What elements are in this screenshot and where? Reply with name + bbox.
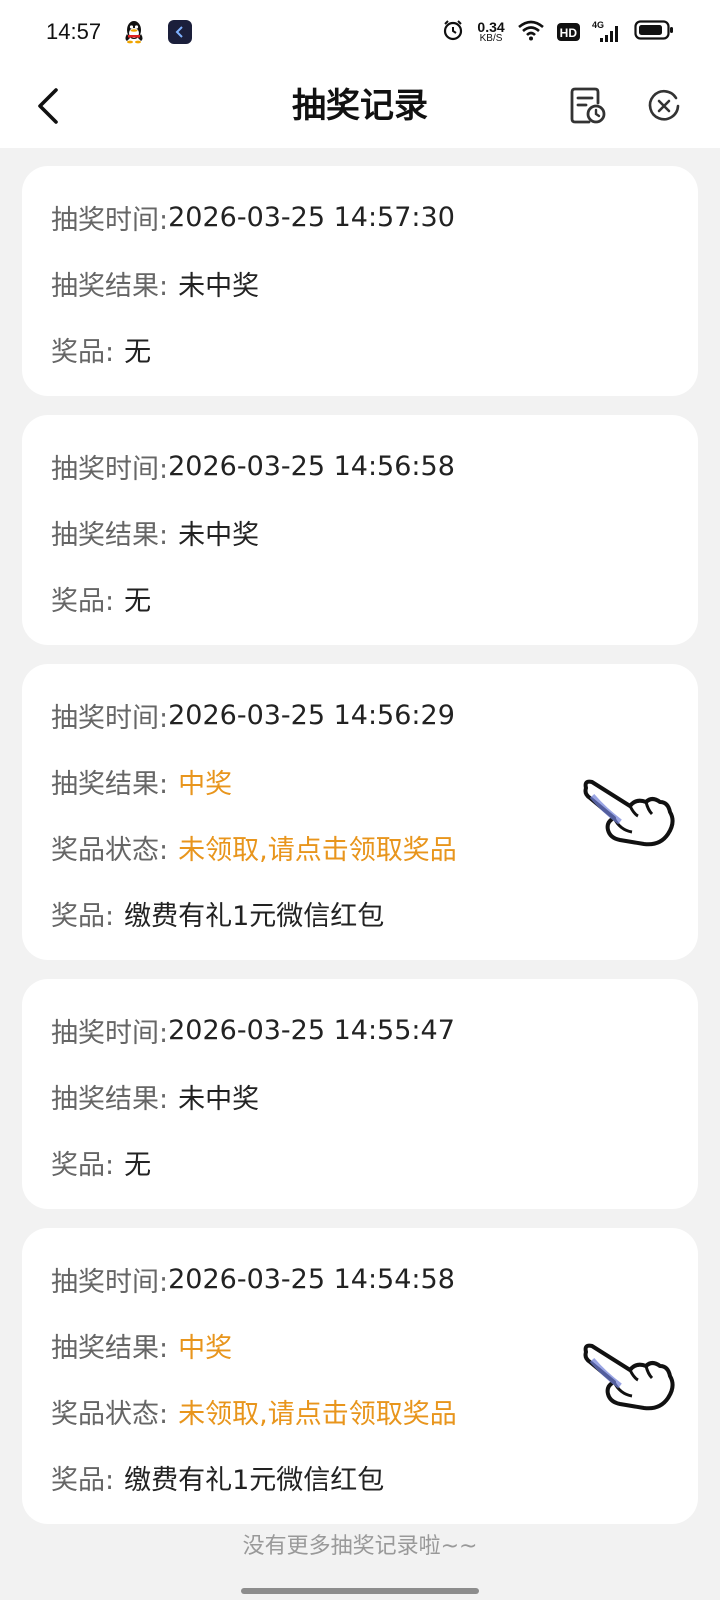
app-icon xyxy=(167,19,193,45)
draw-time-label: 抽奖时间: xyxy=(51,453,169,485)
draw-result-value: 未中奖 xyxy=(178,1083,260,1115)
prize-label: 奖品: xyxy=(51,1464,115,1496)
draw-result-row: 抽奖结果: 未中奖 xyxy=(22,250,698,316)
prize-label: 奖品: xyxy=(51,585,115,617)
draw-time-value: 2026-03-25 14:54:58 xyxy=(168,1263,455,1295)
draw-result-row: 抽奖结果: 未中奖 xyxy=(22,1063,698,1129)
net-speed-unit: KB/S xyxy=(479,33,503,44)
net-speed: 0.34 KB/S xyxy=(477,20,504,44)
draw-result-label: 抽奖结果: xyxy=(51,1332,169,1364)
close-circle-icon xyxy=(648,89,680,121)
prize-label: 奖品: xyxy=(51,900,115,932)
record-card: 抽奖时间: 2026-03-25 14:56:58 抽奖结果: 未中奖 奖品: … xyxy=(22,415,698,645)
record-card-won[interactable]: 抽奖时间: 2026-03-25 14:56:29 抽奖结果: 中奖 奖品状态:… xyxy=(22,664,698,960)
prize-row: 奖品: 缴费有礼1元微信红包 xyxy=(22,880,698,946)
status-left: 14:57 xyxy=(46,19,193,45)
net-speed-value: 0.34 xyxy=(477,19,505,35)
prize-row: 奖品: 无 xyxy=(22,565,698,631)
prize-status-label: 奖品状态: xyxy=(51,834,169,866)
status-right: 0.34 KB/S HD 4G xyxy=(441,18,674,46)
prize-value: 无 xyxy=(124,336,152,368)
draw-result-row: 抽奖结果: 未中奖 xyxy=(22,499,698,565)
draw-result-label: 抽奖结果: xyxy=(51,519,169,551)
record-card: 抽奖时间: 2026-03-25 14:57:30 抽奖结果: 未中奖 奖品: … xyxy=(22,166,698,396)
prize-value: 无 xyxy=(124,1149,152,1181)
draw-result-value: 中奖 xyxy=(178,1332,233,1364)
draw-time-label: 抽奖时间: xyxy=(51,702,169,734)
status-bar: 14:57 0.34 KB/S HD 4G xyxy=(0,0,720,64)
nav-bar: 抽奖记录 xyxy=(0,64,720,148)
close-button[interactable] xyxy=(644,86,684,126)
battery-icon xyxy=(634,19,674,45)
draw-time-value: 2026-03-25 14:56:29 xyxy=(168,699,455,731)
draw-result-label: 抽奖结果: xyxy=(51,768,169,800)
record-card-won[interactable]: 抽奖时间: 2026-03-25 14:54:58 抽奖结果: 中奖 奖品状态:… xyxy=(22,1228,698,1524)
draw-time-row: 抽奖时间: 2026-03-25 14:56:58 xyxy=(22,433,698,499)
prize-value: 缴费有礼1元微信红包 xyxy=(124,1464,385,1496)
history-record-icon xyxy=(570,87,606,124)
records-list: 抽奖时间: 2026-03-25 14:57:30 抽奖结果: 未中奖 奖品: … xyxy=(22,166,698,1543)
prize-row: 奖品: 无 xyxy=(22,316,698,382)
prize-value: 无 xyxy=(124,585,152,617)
signal-icon: 4G xyxy=(592,20,622,44)
claim-prize-link[interactable]: 未领取,请点击领取奖品 xyxy=(178,1392,457,1431)
draw-result-label: 抽奖结果: xyxy=(51,1083,169,1115)
history-button[interactable] xyxy=(568,84,608,128)
prize-label: 奖品: xyxy=(51,336,115,368)
hd-label: HD xyxy=(559,26,577,40)
prize-row: 奖品: 无 xyxy=(22,1129,698,1195)
draw-time-row: 抽奖时间: 2026-03-25 14:54:58 xyxy=(22,1246,698,1312)
prize-value: 缴费有礼1元微信红包 xyxy=(124,900,385,932)
record-card: 抽奖时间: 2026-03-25 14:55:47 抽奖结果: 未中奖 奖品: … xyxy=(22,979,698,1209)
draw-result-value: 未中奖 xyxy=(178,270,260,302)
draw-result-value: 中奖 xyxy=(178,768,233,800)
draw-time-label: 抽奖时间: xyxy=(51,204,169,236)
hd-icon: HD xyxy=(556,23,580,41)
draw-time-label: 抽奖时间: xyxy=(51,1017,169,1049)
draw-time-row: 抽奖时间: 2026-03-25 14:56:29 xyxy=(22,682,698,748)
draw-time-row: 抽奖时间: 2026-03-25 14:57:30 xyxy=(22,184,698,250)
draw-time-value: 2026-03-25 14:56:58 xyxy=(168,450,455,482)
draw-time-value: 2026-03-25 14:57:30 xyxy=(168,201,455,233)
alarm-icon xyxy=(441,18,465,46)
wifi-icon xyxy=(517,19,545,45)
claim-prize-link[interactable]: 未领取,请点击领取奖品 xyxy=(178,828,457,867)
draw-time-value: 2026-03-25 14:55:47 xyxy=(168,1014,455,1046)
draw-time-row: 抽奖时间: 2026-03-25 14:55:47 xyxy=(22,997,698,1063)
pointing-hand-icon[interactable] xyxy=(580,772,676,852)
qq-icon xyxy=(121,19,147,45)
draw-time-label: 抽奖时间: xyxy=(51,1266,169,1298)
prize-row: 奖品: 缴费有礼1元微信红包 xyxy=(22,1444,698,1510)
draw-result-label: 抽奖结果: xyxy=(51,270,169,302)
home-indicator[interactable] xyxy=(241,1588,479,1594)
no-more-records-note: 没有更多抽奖记录啦~~ xyxy=(242,1534,478,1559)
page-title: 抽奖记录 xyxy=(292,86,428,126)
prize-status-label: 奖品状态: xyxy=(51,1398,169,1430)
status-time: 14:57 xyxy=(46,19,102,44)
pointing-hand-icon[interactable] xyxy=(580,1336,676,1416)
draw-result-value: 未中奖 xyxy=(178,519,260,551)
prize-label: 奖品: xyxy=(51,1149,115,1181)
